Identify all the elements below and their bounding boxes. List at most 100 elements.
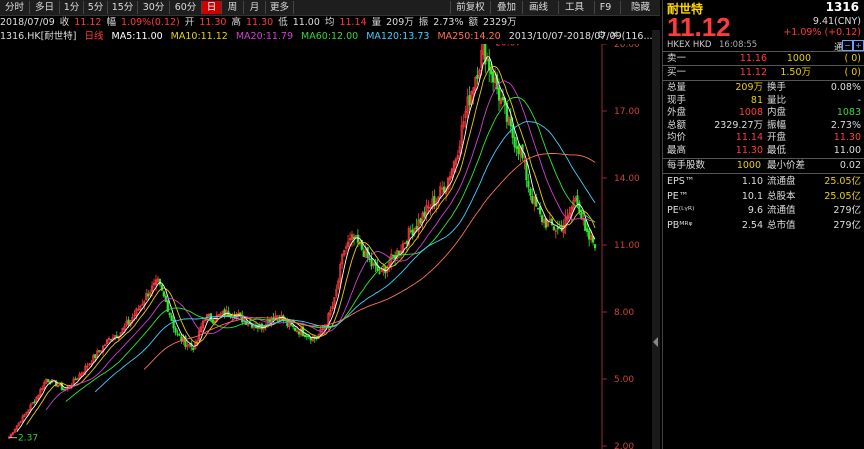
- candle: [160, 283, 163, 292]
- stock-name-tag: [耐世特]: [40, 31, 77, 42]
- candle: [490, 62, 493, 84]
- overlay-button[interactable]: 叠加: [490, 1, 522, 14]
- low-value: 11.00: [292, 17, 320, 28]
- candle: [125, 316, 128, 327]
- ma5-line: [16, 56, 596, 433]
- candle: [170, 312, 173, 322]
- candle: [564, 209, 567, 235]
- candle: [27, 409, 30, 414]
- cny-price: 9.41(CNY): [812, 16, 861, 27]
- candle: [109, 338, 113, 341]
- open-label: 开: [184, 17, 195, 28]
- bid-volume: 1.50万: [780, 67, 811, 78]
- tick-value: 0.02: [839, 160, 861, 171]
- tab-intraday[interactable]: 分时: [0, 1, 30, 14]
- candle: [499, 89, 503, 108]
- candle: [488, 48, 491, 83]
- candle: [23, 413, 26, 418]
- tools-button[interactable]: 工具: [558, 1, 590, 14]
- minus-icon[interactable]: −: [842, 40, 853, 51]
- amount-value: 2329万: [483, 17, 517, 28]
- candle: [507, 114, 510, 126]
- y-tick-label: 11.00: [614, 241, 640, 251]
- candle: [337, 277, 340, 290]
- candle: [19, 420, 22, 424]
- scroll-left-icon[interactable]: [653, 337, 658, 347]
- change-value: 1.09%(0.12): [121, 17, 180, 28]
- chart-scrollbar[interactable]: [652, 30, 660, 449]
- tab-1min[interactable]: 1分: [60, 1, 84, 14]
- plus-icon[interactable]: +: [853, 40, 864, 51]
- period-toolbar: 分时 多日 1分 5分 15分 30分 60分 日 周 月 更多 前复权 叠加 …: [0, 0, 660, 16]
- turnover-label: 振: [418, 17, 429, 28]
- candle: [174, 325, 177, 336]
- stat-row: 外盘 1008 内盘 1083: [667, 107, 861, 118]
- tab-daily[interactable]: 日: [202, 1, 222, 14]
- high-marker-label: 20.07: [495, 44, 521, 48]
- stock-code: 1316.HK: [0, 31, 41, 42]
- candle: [152, 278, 156, 289]
- ma60-label: MA60:12.00: [301, 31, 359, 42]
- y-tick-label: 2.00: [614, 442, 634, 449]
- candle: [515, 137, 518, 157]
- candle: [593, 244, 597, 252]
- candle: [446, 177, 450, 193]
- candle: [17, 422, 20, 427]
- candle: [464, 105, 467, 129]
- forward-adjust-button[interactable]: 前复权: [450, 1, 490, 14]
- candle: [364, 244, 367, 258]
- candle: [423, 206, 426, 219]
- candle: [115, 331, 118, 338]
- candle: [190, 340, 193, 351]
- high-value: 11.30: [245, 17, 274, 28]
- candle: [552, 225, 555, 232]
- draw-line-button[interactable]: 画线: [522, 1, 554, 14]
- fundamental-row: PE™ 10.1 总股本 25.05亿: [667, 190, 861, 202]
- stat-row: 均价 11.14 开盘 11.30: [667, 132, 861, 143]
- close-icon[interactable]: ✕: [610, 30, 618, 41]
- candlestick-chart[interactable]: 20.00 17.00 14.00 11.00 8.00 5.00 2.00 20.07 2.…: [0, 44, 650, 449]
- y-tick-label: 8.00: [614, 308, 634, 318]
- candle: [25, 411, 28, 416]
- candle: [201, 316, 205, 332]
- candle: [331, 301, 334, 312]
- ask-count: ( 0): [844, 53, 861, 64]
- tab-15min[interactable]: 15分: [108, 1, 138, 14]
- candle: [335, 284, 338, 299]
- extreme-markers: 20.07 2.37: [9, 44, 521, 444]
- tab-weekly[interactable]: 周: [222, 1, 244, 14]
- bid-price: 11.12: [739, 67, 767, 78]
- candle: [433, 189, 436, 210]
- candle: [162, 290, 165, 298]
- bid-count: ( 0): [844, 67, 861, 78]
- candle: [297, 329, 301, 338]
- ma-lines: [16, 56, 596, 433]
- candle: [74, 376, 77, 381]
- candle: [495, 71, 499, 95]
- candle: [554, 228, 557, 239]
- ma20-label: MA20:11.79: [235, 31, 294, 42]
- line-type[interactable]: 日线: [85, 31, 104, 42]
- candle: [546, 220, 550, 227]
- tab-5min[interactable]: 5分: [84, 1, 108, 14]
- candle: [11, 431, 15, 436]
- candle: [103, 343, 107, 347]
- tab-60min[interactable]: 60分: [170, 1, 202, 14]
- settings-icon[interactable]: ⚙: [597, 30, 606, 41]
- candle: [62, 387, 65, 391]
- tab-monthly[interactable]: 月: [244, 1, 266, 14]
- hide-button[interactable]: 隐藏: [620, 1, 660, 14]
- stock-code-large: 1316: [825, 0, 859, 14]
- candle: [358, 235, 361, 246]
- tab-30min[interactable]: 30分: [138, 1, 170, 14]
- ma250-label: MA250:14.20: [437, 31, 501, 42]
- tab-multiday[interactable]: 多日: [30, 1, 60, 14]
- candle: [348, 232, 352, 246]
- last-price: 11.12: [667, 12, 731, 42]
- candle: [550, 217, 554, 226]
- tab-more[interactable]: 更多: [266, 1, 294, 14]
- ma120-label: MA120:13.73: [366, 31, 430, 42]
- candle: [98, 350, 101, 354]
- f9-button[interactable]: F9: [594, 1, 616, 14]
- candle: [343, 249, 346, 257]
